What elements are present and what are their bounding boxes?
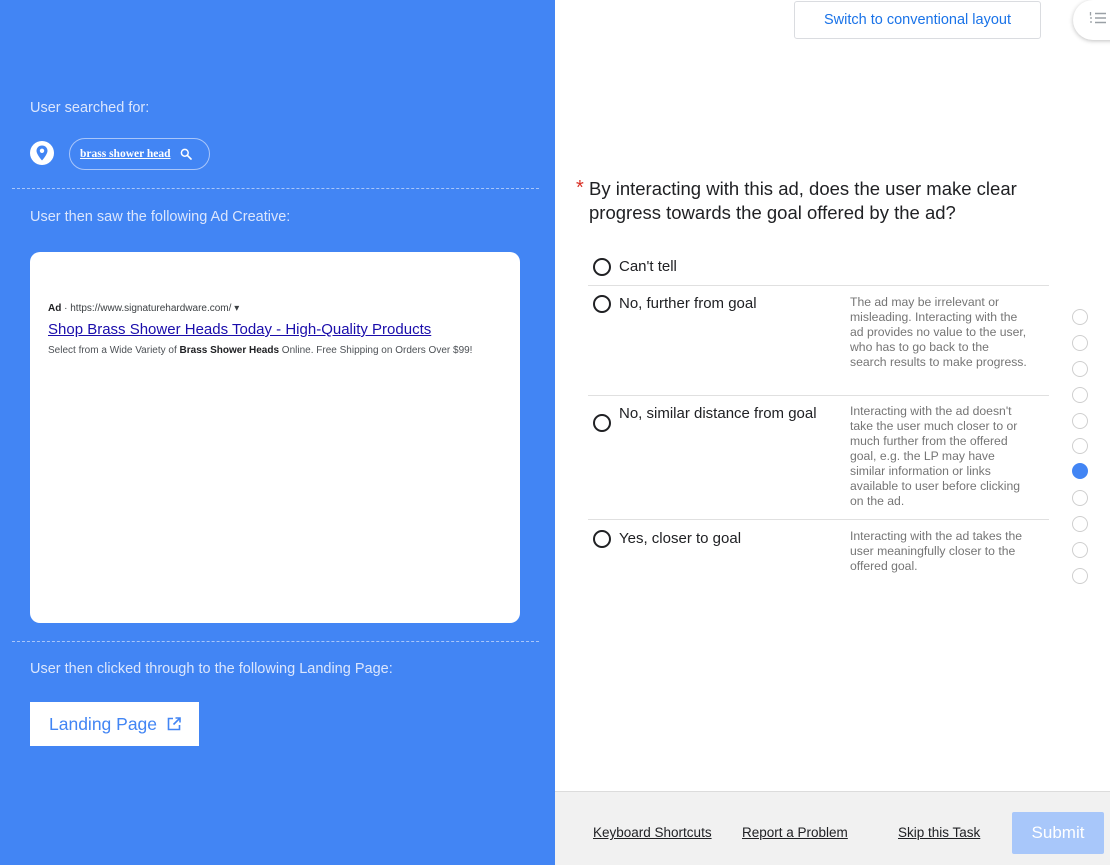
footer-bar: Keyboard Shortcuts Report a Problem Skip… <box>555 791 1110 865</box>
radio-button[interactable] <box>593 414 611 432</box>
progress-dot[interactable] <box>1072 438 1088 454</box>
section-divider <box>12 641 539 642</box>
option-label: Can't tell <box>619 258 677 275</box>
option-description: Interacting with the ad takes the user m… <box>850 529 1023 573</box>
ad-badge: Ad <box>48 303 62 314</box>
radio-button[interactable] <box>593 258 611 276</box>
question-text: By interacting with this ad, does the us… <box>589 178 1017 223</box>
progress-dot[interactable] <box>1072 387 1088 403</box>
report-problem-link[interactable]: Report a Problem <box>742 825 848 840</box>
progress-dot[interactable] <box>1072 542 1088 558</box>
ad-headline-link[interactable]: Shop Brass Shower Heads Today - High-Qua… <box>48 321 431 338</box>
landing-page-button-label: Landing Page <box>49 713 158 734</box>
landing-page-label: User then clicked through to the followi… <box>30 661 393 677</box>
search-icon <box>180 148 192 160</box>
radio-button[interactable] <box>593 295 611 313</box>
radio-button[interactable] <box>593 530 611 548</box>
ad-description: Select from a Wide Variety of Brass Show… <box>48 345 472 356</box>
progress-dot[interactable] <box>1072 335 1088 351</box>
progress-dot[interactable] <box>1072 568 1088 584</box>
option-label: No, further from goal <box>619 295 757 312</box>
landing-page-button[interactable]: Landing Page <box>30 702 199 746</box>
searched-label: User searched for: <box>30 100 150 116</box>
ad-header: Ad · https://www.signaturehardware.com/ … <box>48 303 239 314</box>
location-pin-icon <box>30 141 54 165</box>
required-marker: * <box>576 177 584 199</box>
progress-dot[interactable] <box>1072 413 1088 429</box>
option-closer-to-goal[interactable]: Yes, closer to goal Interacting with the… <box>588 520 1049 580</box>
search-query-chip[interactable]: brass shower head <box>69 138 210 170</box>
keyboard-shortcuts-link[interactable]: Keyboard Shortcuts <box>593 825 712 840</box>
context-panel: User searched for: brass shower head Use… <box>0 0 555 865</box>
progress-dot[interactable] <box>1072 516 1088 532</box>
search-query-text: brass shower head <box>80 148 171 160</box>
ad-creative-card: Ad · https://www.signaturehardware.com/ … <box>30 252 520 623</box>
option-description: The ad may be irrelevant or misleading. … <box>850 295 1027 369</box>
progress-dot[interactable] <box>1072 309 1088 325</box>
option-similar-distance[interactable]: No, similar distance from goal Interacti… <box>588 396 1049 520</box>
progress-dot-active[interactable] <box>1072 463 1088 479</box>
ad-desc-end: Online. Free Shipping on Orders Over $99… <box>279 345 473 356</box>
option-label: No, similar distance from goal <box>619 405 817 422</box>
option-label: Yes, closer to goal <box>619 530 742 547</box>
question-list-toggle[interactable] <box>1073 0 1110 40</box>
open-in-new-icon <box>166 716 182 732</box>
switch-layout-button[interactable]: Switch to conventional layout <box>794 1 1041 39</box>
option-cant-tell[interactable]: Can't tell <box>588 252 1049 286</box>
ad-url: https://www.signaturehardware.com/ <box>70 303 232 314</box>
progress-dot[interactable] <box>1072 361 1088 377</box>
option-description: Interacting with the ad doesn't take the… <box>850 404 1021 508</box>
ad-desc-keyword: Brass Shower Heads <box>179 345 280 356</box>
option-further-from-goal[interactable]: No, further from goal The ad may be irre… <box>588 286 1049 396</box>
submit-button[interactable]: Submit <box>1012 812 1104 854</box>
dropdown-caret-icon: ▾ <box>234 303 240 314</box>
skip-task-link[interactable]: Skip this Task <box>898 825 980 840</box>
section-divider <box>12 188 539 189</box>
progress-dot[interactable] <box>1072 490 1088 506</box>
numbered-list-icon <box>1089 11 1107 30</box>
ad-creative-label: User then saw the following Ad Creative: <box>30 209 291 225</box>
ad-desc-start: Select from a Wide Variety of <box>48 345 180 356</box>
